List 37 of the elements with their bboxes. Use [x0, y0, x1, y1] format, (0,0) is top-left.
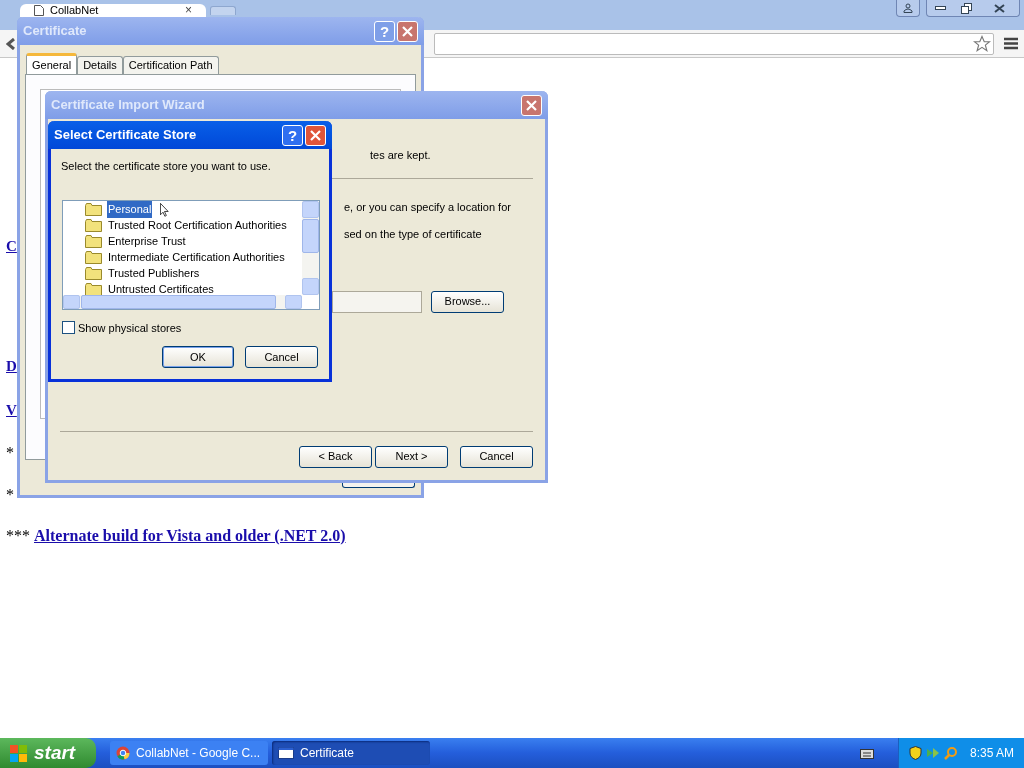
- tree-item[interactable]: Personal: [107, 201, 153, 218]
- tab[interactable]: General: [26, 53, 78, 74]
- taskbar-button[interactable]: Certificate: [272, 741, 430, 765]
- clock: 8:35 AM: [969, 745, 1014, 762]
- page-link[interactable]: C: [6, 234, 17, 258]
- window-title: Select Certificate Store: [54, 126, 198, 145]
- dialog-button[interactable]: Browse...: [431, 290, 504, 313]
- checkbox-label: Show physical stores: [78, 320, 182, 336]
- browser-tab[interactable]: CollabNet ×: [20, 4, 206, 17]
- window-title: Certificate: [23, 22, 88, 41]
- window-title: Certificate Import Wizard: [51, 96, 206, 115]
- tree-item[interactable]: Trusted Root Certification Authorities: [107, 217, 288, 234]
- dialog-button[interactable]: < Back: [299, 445, 372, 468]
- dialog-button[interactable]: Next >: [375, 445, 448, 468]
- tree-item[interactable]: Untrusted Certificates: [107, 281, 215, 298]
- dialog-button[interactable]: Cancel: [245, 346, 318, 368]
- download-link[interactable]: Alternate build for Vista and older (.NET 2.0): [34, 524, 346, 548]
- page-text: *: [6, 443, 14, 463]
- page-text: *: [6, 485, 14, 505]
- taskbar-button[interactable]: CollabNet - Google C...: [110, 741, 268, 765]
- page-link[interactable]: D: [6, 354, 17, 378]
- tab-title: CollabNet: [50, 4, 100, 17]
- dialog-button[interactable]: OK: [162, 346, 234, 368]
- wizard-text: sed on the type of certificate: [344, 228, 482, 240]
- prompt-text: Select the certificate store you want to use.: [61, 160, 271, 172]
- page-link[interactable]: V: [6, 398, 17, 422]
- tree-item[interactable]: Enterprise Trust: [107, 233, 187, 250]
- wizard-text: e, or you can specify a location for: [344, 200, 511, 213]
- tab[interactable]: Details: [77, 56, 123, 74]
- wizard-text: tes are kept.: [370, 149, 431, 161]
- tree-item[interactable]: Trusted Publishers: [107, 265, 201, 282]
- tab-close-button[interactable]: ×: [185, 4, 192, 17]
- bullet-stars: ***: [6, 526, 30, 546]
- dialog-button[interactable]: Cancel: [460, 445, 533, 468]
- tree-item[interactable]: Intermediate Certification Authorities: [107, 249, 286, 266]
- help-button[interactable]: ?: [282, 124, 303, 146]
- tab[interactable]: Certification Path: [122, 56, 219, 74]
